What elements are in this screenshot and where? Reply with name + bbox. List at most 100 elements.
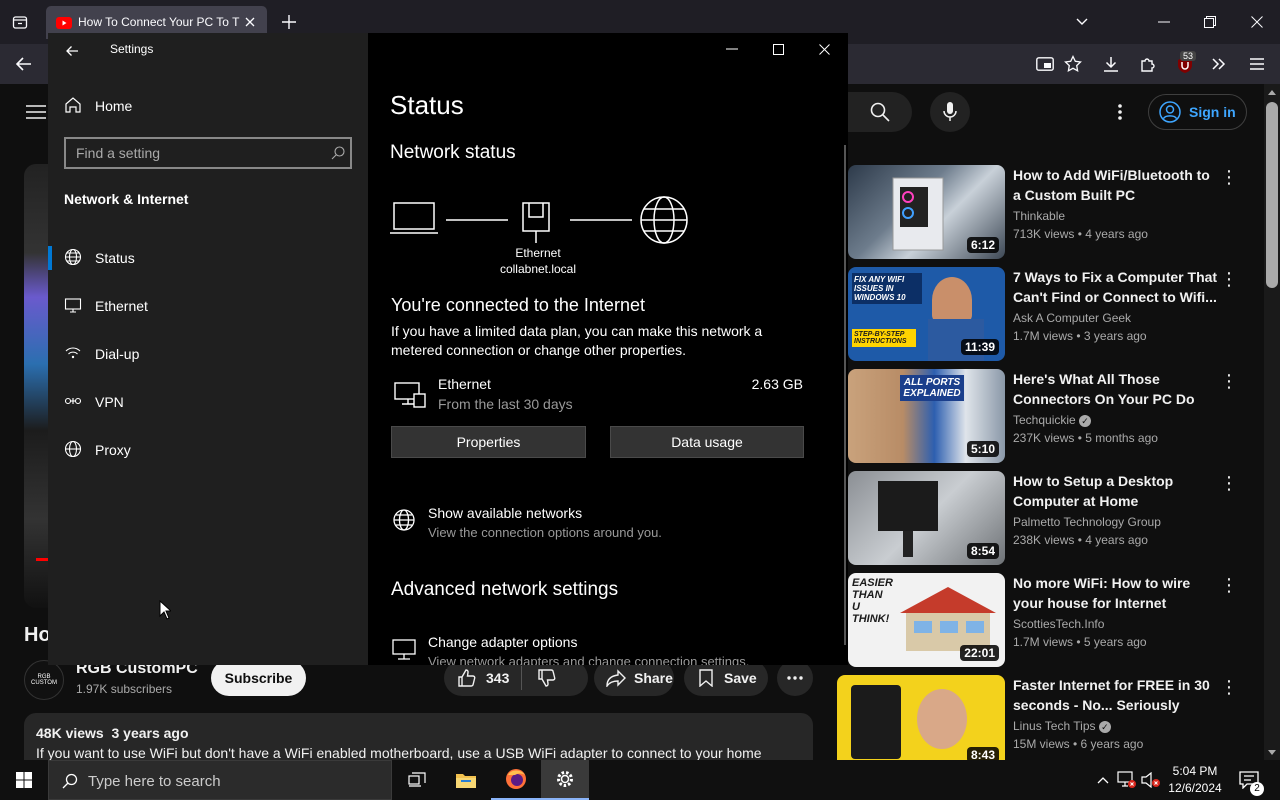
subscribe-button[interactable]: Subscribe bbox=[211, 660, 306, 696]
more-actions-icon[interactable] bbox=[777, 660, 813, 696]
like-divider bbox=[521, 666, 523, 690]
like-icon[interactable] bbox=[456, 667, 478, 689]
picture-in-picture-icon[interactable] bbox=[1035, 54, 1055, 74]
save-button[interactable]: Save bbox=[684, 660, 768, 696]
properties-button[interactable]: Properties bbox=[391, 426, 586, 458]
more-vertical-icon[interactable]: ⋮ bbox=[1220, 575, 1238, 595]
nav-dial-up[interactable]: Dial-up bbox=[48, 330, 368, 378]
taskbar-date[interactable]: 12/6/2024 bbox=[1164, 781, 1226, 795]
recommendation-channel[interactable]: Linus Tech Tips ✓ bbox=[1013, 719, 1111, 733]
network-status-icon[interactable] bbox=[1116, 770, 1138, 790]
show-hidden-icons-icon[interactable] bbox=[1094, 770, 1112, 790]
recommendation-title[interactable]: Here's What All Those Connectors On Your… bbox=[1013, 369, 1218, 409]
recommendation-item[interactable]: 8:54 How to Setup a Desktop Computer at … bbox=[848, 471, 1258, 567]
scroll-down-icon[interactable] bbox=[1268, 748, 1276, 756]
more-vertical-icon[interactable]: ⋮ bbox=[1220, 677, 1238, 697]
share-button[interactable]: Share bbox=[594, 660, 674, 696]
extensions-puzzle-icon[interactable] bbox=[1138, 54, 1158, 74]
nav-ethernet[interactable]: Ethernet bbox=[48, 282, 368, 330]
youtube-favicon-icon bbox=[56, 15, 72, 31]
diagram-label-adapter: Ethernet bbox=[515, 246, 561, 260]
proxy-globe-icon bbox=[64, 440, 82, 458]
more-vertical-icon[interactable]: ⋮ bbox=[1220, 473, 1238, 493]
list-all-tabs-icon[interactable] bbox=[1073, 13, 1091, 31]
recommendation-item[interactable]: EASIER THAN U THINK! 22:01 No more WiFi:… bbox=[848, 573, 1258, 669]
recommendation-channel[interactable]: Ask A Computer Geek bbox=[1013, 311, 1131, 325]
like-count[interactable]: 343 bbox=[486, 670, 509, 686]
change-adapter-item[interactable]: Change adapter options View network adap… bbox=[368, 626, 848, 665]
window-restore-icon[interactable] bbox=[1201, 13, 1219, 31]
settings-gear-icon[interactable] bbox=[541, 760, 589, 800]
window-close-icon[interactable] bbox=[1248, 13, 1266, 31]
voice-search-button[interactable] bbox=[930, 92, 970, 132]
bookmark-star-icon[interactable] bbox=[1063, 54, 1083, 74]
video-player[interactable] bbox=[24, 164, 48, 608]
channel-avatar[interactable]: RGB CUSTOM bbox=[24, 660, 64, 700]
settings-dots-icon[interactable] bbox=[1110, 102, 1130, 122]
taskbar-search-box[interactable]: Type here to search bbox=[48, 760, 392, 800]
back-arrow-icon[interactable] bbox=[14, 54, 34, 74]
recommendation-item[interactable]: 8:43 Faster Internet for FREE in 30 seco… bbox=[837, 675, 1247, 771]
settings-minimize-icon[interactable] bbox=[724, 41, 740, 57]
file-explorer-icon[interactable] bbox=[441, 760, 491, 800]
settings-close-icon[interactable] bbox=[816, 41, 832, 57]
connected-description: If you have a limited data plan, you can… bbox=[391, 323, 763, 358]
recommendation-title[interactable]: Faster Internet for FREE in 30 seconds -… bbox=[1013, 675, 1218, 715]
more-vertical-icon[interactable]: ⋮ bbox=[1220, 269, 1238, 289]
person-illustration bbox=[932, 277, 972, 323]
scroll-up-icon[interactable] bbox=[1268, 88, 1276, 96]
recommendation-channel[interactable]: Thinkable bbox=[1013, 209, 1065, 223]
nav-status[interactable]: Status bbox=[48, 234, 368, 282]
recommendation-title[interactable]: No more WiFi: How to wire your house for… bbox=[1013, 573, 1218, 613]
video-progress-bar[interactable] bbox=[36, 558, 48, 561]
video-thumbnail[interactable]: 6:12 bbox=[848, 165, 1005, 259]
settings-scrollbar[interactable] bbox=[844, 145, 846, 645]
youtube-menu-icon[interactable] bbox=[24, 102, 48, 122]
tab-close-icon[interactable] bbox=[242, 14, 258, 30]
find-setting-input[interactable]: Find a setting bbox=[64, 137, 352, 169]
recommendation-item[interactable]: ALL PORTS EXPLAINED 5:10 Here's What All… bbox=[848, 369, 1258, 465]
recommendation-channel[interactable]: Palmetto Technology Group bbox=[1013, 515, 1161, 529]
scrollbar-thumb[interactable] bbox=[1266, 102, 1278, 288]
sign-in-button[interactable]: Sign in bbox=[1148, 94, 1247, 130]
windows-start-icon[interactable] bbox=[0, 760, 48, 800]
video-thumbnail[interactable]: ALL PORTS EXPLAINED 5:10 bbox=[848, 369, 1005, 463]
tab-list-icon[interactable] bbox=[10, 12, 30, 32]
data-usage-button[interactable]: Data usage bbox=[610, 426, 804, 458]
video-thumbnail[interactable]: 8:43 bbox=[837, 675, 1005, 769]
recommendation-item[interactable]: FIX ANY WIFI ISSUES IN WINDOWS 10 STEP-B… bbox=[848, 267, 1258, 363]
new-tab-icon[interactable] bbox=[280, 13, 298, 31]
recommendation-channel[interactable]: Techquickie ✓ bbox=[1013, 413, 1092, 427]
settings-sidebar: Settings Home Find a setting Network & I… bbox=[48, 33, 368, 665]
volume-muted-icon[interactable] bbox=[1140, 770, 1162, 790]
window-minimize-icon[interactable] bbox=[1155, 13, 1173, 31]
recommendation-meta: 237K views • 5 months ago bbox=[1013, 431, 1158, 445]
pc-case-illustration bbox=[892, 177, 944, 251]
page-scrollbar[interactable] bbox=[1264, 84, 1280, 760]
recommendation-title[interactable]: How to Setup a Desktop Computer at Home bbox=[1013, 471, 1218, 511]
more-vertical-icon[interactable]: ⋮ bbox=[1220, 167, 1238, 187]
description-text: If you want to use WiFi but don't have a… bbox=[36, 745, 762, 761]
overflow-chevrons-icon[interactable] bbox=[1209, 54, 1229, 74]
video-thumbnail[interactable]: 8:54 bbox=[848, 471, 1005, 565]
video-thumbnail[interactable]: EASIER THAN U THINK! 22:01 bbox=[848, 573, 1005, 667]
back-arrow-icon[interactable] bbox=[62, 41, 82, 61]
show-networks-item[interactable]: Show available networks View the connect… bbox=[368, 497, 848, 545]
firefox-icon[interactable] bbox=[491, 760, 541, 800]
nav-proxy[interactable]: Proxy bbox=[48, 426, 368, 474]
hamburger-menu-icon[interactable] bbox=[1247, 54, 1267, 74]
video-thumbnail[interactable]: FIX ANY WIFI ISSUES IN WINDOWS 10 STEP-B… bbox=[848, 267, 1005, 361]
nav-vpn[interactable]: VPN bbox=[48, 378, 368, 426]
recommendation-item[interactable]: 6:12 How to Add WiFi/Bluetooth to a Cust… bbox=[848, 165, 1258, 261]
nav-home[interactable]: Home bbox=[48, 82, 368, 130]
settings-maximize-icon[interactable] bbox=[770, 41, 786, 57]
recommendation-title[interactable]: 7 Ways to Fix a Computer That Can't Find… bbox=[1013, 267, 1218, 307]
recommendation-title[interactable]: How to Add WiFi/Bluetooth to a Custom Bu… bbox=[1013, 165, 1218, 205]
more-vertical-icon[interactable]: ⋮ bbox=[1220, 371, 1238, 391]
recommendation-channel[interactable]: ScottiesTech.Info bbox=[1013, 617, 1104, 631]
search-button[interactable] bbox=[848, 92, 912, 132]
taskbar-time[interactable]: 5:04 PM bbox=[1164, 764, 1226, 778]
dislike-icon[interactable] bbox=[536, 667, 558, 689]
downloads-icon[interactable] bbox=[1101, 54, 1121, 74]
task-view-icon[interactable] bbox=[393, 760, 441, 800]
